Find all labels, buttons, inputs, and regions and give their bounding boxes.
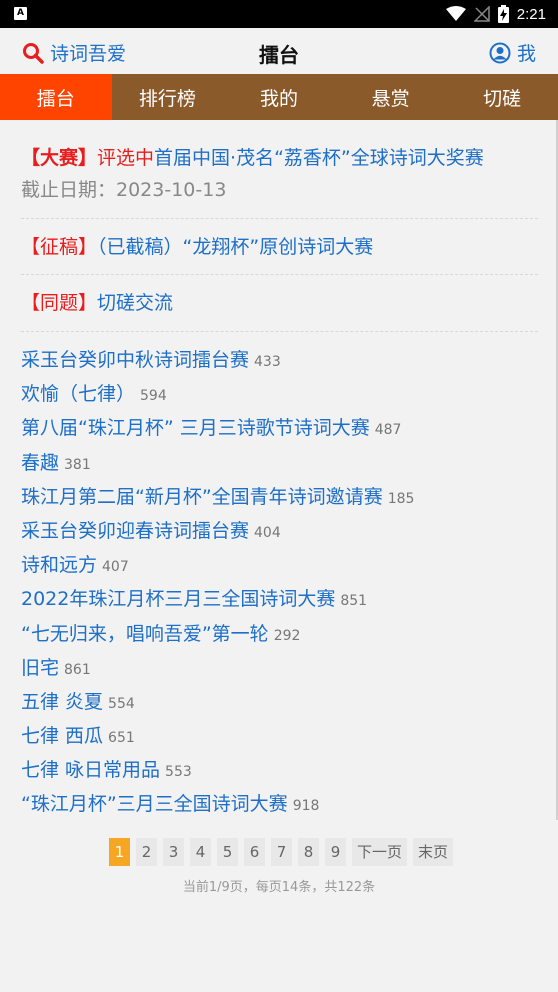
page-button-7[interactable]: 7	[270, 838, 292, 866]
list-item[interactable]: 春趣 381	[21, 446, 538, 480]
contest-title-link[interactable]: 首届中国·茂名“荔香杯”全球诗词大奖赛	[154, 147, 484, 169]
app-notification-icon: A	[14, 7, 27, 20]
list-item-title: 欢愉（七律）	[21, 383, 136, 406]
submission-notice: 【征稿】（已截稿）“龙翔杯”原创诗词大赛	[21, 219, 538, 275]
tab-bar: 擂台 排行榜 我的 悬赏 切磋	[0, 74, 558, 120]
submission-tag: 【征稿】	[21, 236, 98, 258]
list-item-title: 珠江月第二届“新月杯”全国青年诗词邀请赛	[21, 485, 383, 508]
list-item-count: 407	[102, 559, 129, 576]
page-button-2[interactable]: 2	[135, 838, 157, 866]
user-icon	[489, 42, 511, 63]
list-item-count: 487	[374, 422, 402, 439]
list-item[interactable]: 五律 炎夏 554	[21, 685, 538, 719]
tab-ranking[interactable]: 排行榜	[112, 74, 224, 120]
list-item-count: 553	[165, 764, 192, 781]
list-item-count: 861	[64, 661, 91, 678]
same-topic-tag: 【同题】	[21, 292, 98, 314]
same-topic-notice: 【同题】切磋交流	[21, 275, 538, 332]
list-item-count: 554	[108, 695, 135, 712]
same-topic-link[interactable]: 切磋交流	[97, 292, 173, 314]
list-item-count: 651	[108, 730, 135, 747]
pagination-info: 当前1/9页，每页14条，共122条	[182, 880, 376, 895]
list-item[interactable]: 采玉台癸卯迎春诗词擂台赛 404	[21, 514, 538, 548]
app-header: 诗词吾爱 擂台 我	[0, 28, 558, 74]
search-icon	[23, 42, 44, 64]
list-item-count: 433	[254, 354, 281, 370]
wifi-icon	[445, 6, 466, 21]
list-item-title: “珠江月杯”三月三全国诗词大赛	[21, 793, 288, 816]
same-topic-line[interactable]: 【同题】切磋交流	[21, 287, 538, 319]
list-item-title: 旧宅	[21, 656, 60, 679]
last-page-button[interactable]: 末页	[413, 838, 454, 866]
list-item-title: 七律 西瓜	[21, 725, 104, 748]
list-item-title: 采玉台癸卯中秋诗词擂台赛	[21, 349, 250, 371]
list-item[interactable]: 采玉台癸卯中秋诗词擂台赛 433	[21, 343, 538, 377]
list-item-title: “七无归来，唱响吾爱”第一轮	[21, 622, 269, 645]
list-item[interactable]: “七无归来，唱响吾爱”第一轮 292	[21, 617, 538, 651]
contest-tag: 【大赛】	[21, 147, 98, 169]
page-button-8[interactable]: 8	[297, 838, 319, 866]
contest-notice: 【大赛】评选中首届中国·茂名“荔香杯”全球诗词大奖赛 截止日期：2023-10-…	[21, 120, 538, 219]
list-item[interactable]: 七律 西瓜 651	[21, 719, 538, 753]
list-item-title: 春趣	[21, 451, 60, 474]
list-item[interactable]: 旧宅 861	[21, 651, 538, 685]
profile-button[interactable]: 我	[489, 39, 536, 66]
list-item[interactable]: 2022年珠江月杯三月三全国诗词大赛 851	[21, 582, 538, 616]
list-item-title: 七律 咏日常用品	[21, 759, 161, 782]
list-item-title: 2022年珠江月杯三月三全国诗词大赛	[21, 588, 336, 611]
tab-bounty[interactable]: 悬赏	[335, 74, 447, 120]
list-item[interactable]: 诗和远方 407	[21, 548, 538, 582]
status-icons: 2:21	[445, 4, 546, 24]
site-name: 诗词吾爱	[50, 43, 127, 65]
list-item[interactable]: 珠江月第二届“新月杯”全国青年诗词邀请赛 185	[21, 480, 538, 514]
contest-status: 评选中	[97, 147, 155, 169]
list-item-count: 185	[387, 490, 415, 507]
tab-exchange[interactable]: 切磋	[446, 74, 558, 120]
tab-mine[interactable]: 我的	[223, 74, 335, 120]
tab-arena[interactable]: 擂台	[0, 74, 112, 120]
page-button-3[interactable]: 3	[162, 838, 184, 866]
signal-off-icon	[473, 6, 490, 22]
main-content: 【大赛】评选中首届中国·茂名“荔香杯”全球诗词大奖赛 截止日期：2023-10-…	[21, 120, 538, 822]
list-item-count: 594	[140, 388, 167, 405]
list-item-count: 918	[292, 798, 320, 815]
battery-charging-icon	[497, 5, 509, 23]
list-item[interactable]: “珠江月杯”三月三全国诗词大赛 918	[21, 787, 538, 821]
search-button[interactable]: 诗词吾爱	[22, 39, 126, 66]
list-item-count: 381	[64, 456, 91, 473]
list-item-title: 第八届“珠江月杯” 三月三诗歌节诗词大赛	[21, 417, 370, 440]
profile-label: 我	[516, 43, 536, 65]
pagination: 1 2 3 4 5 6 7 8 9 下一页 末页	[0, 838, 558, 866]
status-bar: A 2:21	[0, 0, 558, 28]
clock: 2:21	[516, 5, 546, 23]
submission-title-link[interactable]: （已截稿）“龙翔杯”原创诗词大赛	[97, 236, 373, 258]
contest-deadline: 截止日期：2023-10-13	[21, 179, 227, 201]
page-button-1[interactable]: 1	[108, 838, 130, 866]
arena-list: 采玉台癸卯中秋诗词擂台赛 433 欢愉（七律） 594 第八届“珠江月杯” 三月三诗…	[21, 332, 538, 822]
page-button-4[interactable]: 4	[189, 838, 211, 866]
page-button-6[interactable]: 6	[243, 838, 265, 866]
next-page-button[interactable]: 下一页	[351, 838, 407, 866]
list-item[interactable]: 七律 咏日常用品 553	[21, 753, 538, 787]
list-item-title: 五律 炎夏	[21, 690, 104, 713]
list-item-title: 诗和远方	[21, 554, 98, 577]
submission-line[interactable]: 【征稿】（已截稿）“龙翔杯”原创诗词大赛	[21, 231, 538, 263]
list-item[interactable]: 欢愉（七律） 594	[21, 377, 538, 411]
list-item-count: 292	[273, 627, 301, 644]
page-button-5[interactable]: 5	[216, 838, 238, 866]
page-button-9[interactable]: 9	[324, 838, 346, 866]
contest-line[interactable]: 【大赛】评选中首届中国·茂名“荔香杯”全球诗词大奖赛	[21, 142, 538, 174]
list-item-title: 采玉台癸卯迎春诗词擂台赛	[21, 519, 250, 542]
list-item-count: 851	[340, 593, 368, 610]
list-item-count: 404	[254, 524, 281, 541]
list-item[interactable]: 第八届“珠江月杯” 三月三诗歌节诗词大赛 487	[21, 411, 538, 445]
